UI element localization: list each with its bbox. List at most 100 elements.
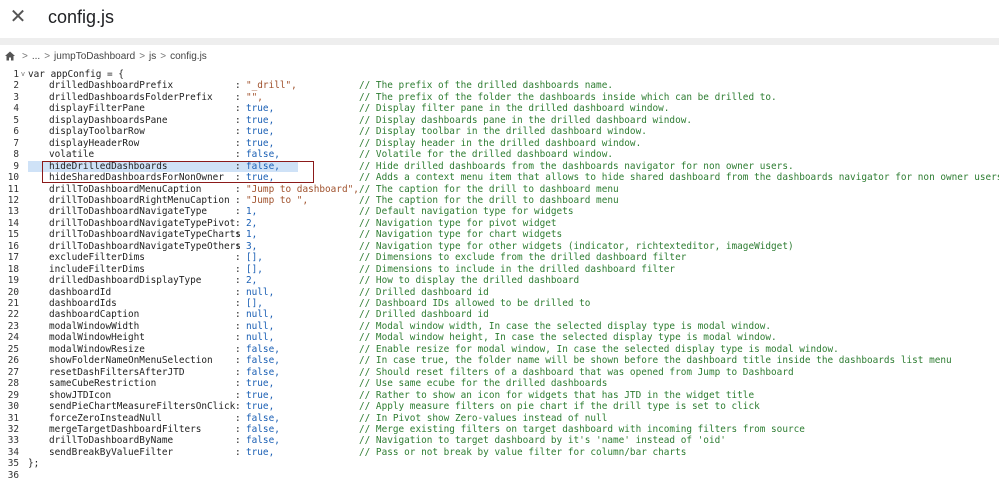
code-line[interactable]: 25 modalWindowResize: false, // Enable resi… [0,344,999,356]
config-value: true, [246,114,275,126]
colon: : [235,217,241,229]
code-line[interactable]: 1 v var appConfig = { [0,69,999,81]
colon: : [235,252,241,264]
breadcrumb-item-config-js[interactable]: config.js [170,51,207,62]
code-line[interactable]: 4 displayFilterPane: true, // Display filte… [0,103,999,115]
code-line[interactable]: 3 drilledDashboardsFolderPrefix: "", // The… [0,92,999,104]
breadcrumb-separator: > [44,50,51,62]
colon: : [235,206,241,218]
config-key: modalWindowWidth [49,320,140,332]
code-comment: // Display filter pane in the drilled da… [359,103,670,115]
code-line[interactable]: 34 sendBreakByValueFilter: true, // Pass or… [0,447,999,459]
config-value: true, [246,103,275,115]
config-key: dashboardCaption [49,309,140,321]
breadcrumb-item-jumptodashboard[interactable]: jumpToDashboard [54,51,135,62]
code-comment: // Modal window width, In case the selec… [359,320,772,332]
breadcrumb-separator: > [22,50,28,62]
colon: : [235,103,241,115]
code-comment: // The prefix of the drilled dashboards … [359,80,613,92]
colon: : [235,194,241,206]
config-value: "Jump to dashboard", [246,183,359,195]
code-line[interactable]: 7 displayHeaderRow: true, // Display header… [0,138,999,150]
code-line[interactable]: 17 excludeFilterDims: [], // Dimensions to … [0,252,999,264]
code-line[interactable]: 8 volatile: false, // Volatile for the dril… [0,149,999,161]
code-comment: // Drilled dashboard id [359,286,489,298]
config-key: sendPieChartMeasureFiltersOnClick [49,401,236,413]
code-line[interactable]: 19 drilledDashboardDisplayType:2, // How t… [0,275,999,287]
colon: : [235,343,241,355]
config-key: drillToDashboardNavigateTypePivot [49,217,236,229]
code-line[interactable]: 35}; [0,458,999,470]
code-comment: // Hide drilled dashboards from the dash… [359,160,794,172]
colon: : [235,412,241,424]
code-line[interactable]: 32 mergeTargetDashboardFilters: false, // M… [0,424,999,436]
code-comment: // Display dashboards pane in the drille… [359,114,693,126]
colon: : [235,423,241,435]
close-icon[interactable]: ✕ [7,6,29,28]
code-line[interactable]: 21 dashboardIds: [], // Dashboard IDs allow… [0,298,999,310]
code-line[interactable]: 15 drillToDashboardNavigateTypeCharts:1, /… [0,229,999,241]
line-number: 20 [7,286,19,298]
code-line[interactable]: 2 drilledDashboardPrefix: "_drill", // The … [0,80,999,92]
breadcrumb: > ... > jumpToDashboard > js > config.js [4,48,207,64]
config-key: excludeFilterDims [49,252,145,264]
code-line[interactable]: 27 resetDashFiltersAfterJTD: false, // Shou… [0,367,999,379]
config-value: null, [246,332,275,344]
code-line[interactable]: 5 displayDashboardsPane: true, // Display d… [0,115,999,127]
annotation-highlight-box [42,161,314,183]
code-line[interactable]: 18 includeFilterDims: [], // Dimensions to … [0,264,999,276]
config-key: drillToDashboardNavigateType [49,206,208,218]
code-line[interactable]: 24 modalWindowHeight: null, // Modal window… [0,332,999,344]
code-line[interactable]: 23 modalWindowWidth: null, // Modal window … [0,321,999,333]
line-number: 11 [7,183,19,195]
breadcrumb-separator: > [160,50,167,62]
config-value: true, [246,378,275,390]
config-key: displayFilterPane [49,103,145,115]
colon: : [235,378,241,390]
code-line[interactable]: 20 dashboardId: null, // Drilled dashboard … [0,287,999,299]
breadcrumb-item-js[interactable]: js [149,51,156,62]
code-line[interactable]: 12 drillToDashboardRightMenuCaption: "Jump… [0,195,999,207]
config-value: "_drill", [246,80,297,92]
colon: : [235,286,241,298]
code-comment: // In Pivot show Zero-values instead of … [359,412,608,424]
line-number: 7 [13,137,19,149]
colon: : [235,332,241,344]
line-number: 13 [7,206,19,218]
config-key: modalWindowResize [49,343,145,355]
fold-chevron-icon[interactable]: v [19,69,27,81]
config-value: 2, [246,217,258,229]
breadcrumb-item-ellipsis[interactable]: ... [32,51,40,62]
code-line[interactable]: 26 showFolderNameOnMenuSelection: false, //… [0,355,999,367]
code-comment: // Enable resize for modal window, In ca… [359,343,839,355]
line-number: 21 [7,298,19,309]
title-bar: ✕ config.js [0,0,999,38]
code-line[interactable]: 30 sendPieChartMeasureFiltersOnClick: true… [0,401,999,413]
code-comment: // Volatile for the drilled dashboard wi… [359,149,613,161]
code-comment: // Apply measure filters on pie chart if… [359,401,760,413]
config-value: [], [246,263,263,275]
colon: : [235,320,241,332]
code-comment: // The prefix of the folder the dashboar… [359,91,777,103]
line-number: 16 [7,240,19,252]
config-value: true, [246,389,275,401]
colon: : [235,298,241,309]
code-line[interactable]: 33 drillToDashboardByName: false, // Naviga… [0,435,999,447]
code-line[interactable]: 31 forceZeroInsteadNull: false, // In Pivot… [0,413,999,425]
breadcrumb-separator: > [139,50,146,62]
code-line[interactable]: 6 displayToolbarRow: true, // Display toolb… [0,126,999,138]
code-line[interactable]: 14 drillToDashboardNavigateTypePivot:2, //… [0,218,999,230]
config-value: true, [246,446,275,458]
line-number: 33 [7,435,19,447]
code-line[interactable]: 13 drillToDashboardNavigateType:1, // Defa… [0,206,999,218]
code-line[interactable]: 28 sameCubeRestriction: true, // Use same e… [0,378,999,390]
code-text: var appConfig = { [28,69,124,80]
code-line[interactable]: 22 dashboardCaption: null, // Drilled dashb… [0,309,999,321]
code-line[interactable]: 29 showJTDIcon: true, // Rather to show an … [0,390,999,402]
colon: : [235,80,241,92]
code-line[interactable]: 16 drillToDashboardNavigateTypeOthers:3, /… [0,241,999,253]
code-line[interactable]: 11 drillToDashboardMenuCaption: "Jump to d… [0,184,999,196]
code-line[interactable]: 36 [0,470,999,482]
code-editor[interactable]: 1 v var appConfig = {2 drilledDashboardPref… [0,67,999,485]
home-icon[interactable] [4,50,16,62]
